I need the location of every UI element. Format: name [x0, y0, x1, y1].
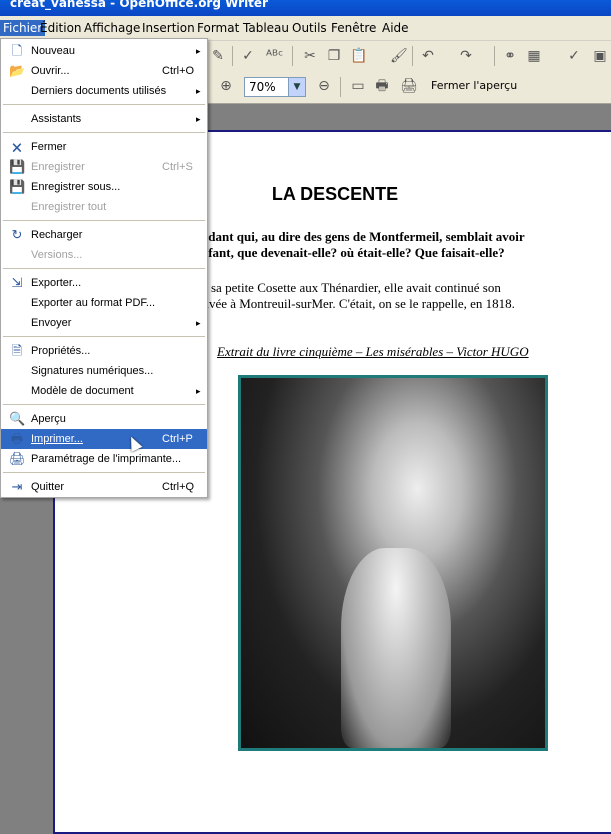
document-bold-line-2: nfant, que devenait-elle? où était-elle?…	[201, 245, 505, 260]
table-icon[interactable]: ▦	[526, 48, 542, 64]
document-line-3: sa petite Cosette aux Thénardier, elle a…	[211, 280, 501, 295]
menu-insertion[interactable]: Insertion	[139, 20, 198, 36]
clone-format-icon[interactable]: 🖌	[390, 48, 408, 64]
draw-functions-icon[interactable]: ✓	[566, 48, 582, 64]
menu-edition[interactable]: Édition	[37, 20, 85, 36]
file-menu-dropdown: 🗋 Nouveau ▸ 📂 Ouvrir... Ctrl+O Derniers docu…	[0, 38, 208, 498]
menu-item-imprimer[interactable]: 🖶 Imprimer... Ctrl+P	[1, 429, 207, 449]
menu-item-ouvrir[interactable]: 📂 Ouvrir... Ctrl+O	[1, 61, 207, 81]
menu-item-enregistrer[interactable]: 💾 Enregistrer Ctrl+S	[1, 157, 207, 177]
save-as-icon: 💾	[9, 179, 26, 194]
menu-item-assistants[interactable]: Assistants ▸	[1, 109, 207, 129]
document-caption: Extrait du livre cinquième – Les misérab…	[217, 344, 529, 359]
copy-icon[interactable]: ❐	[326, 48, 342, 64]
menu-item-proprietes[interactable]: 🗎 Propriétés...	[1, 341, 207, 361]
cut-icon[interactable]: ✂	[302, 48, 318, 64]
menu-item-recharger[interactable]: ↻ Recharger	[1, 225, 207, 245]
submenu-arrow-icon: ▸	[196, 318, 201, 328]
zoom-value: 70%	[249, 80, 276, 94]
menu-item-signatures[interactable]: Signatures numériques...	[1, 361, 207, 381]
menu-item-enregistrer-tout[interactable]: Enregistrer tout	[1, 197, 207, 217]
menu-aide[interactable]: Aide	[379, 20, 412, 36]
submenu-arrow-icon: ▸	[196, 86, 201, 96]
full-screen-icon[interactable]: ▭	[350, 78, 366, 94]
open-folder-icon: 📂	[9, 63, 26, 78]
submenu-arrow-icon: ▸	[196, 46, 201, 56]
save-icon: 💾	[9, 159, 26, 174]
new-doc-icon: 🗋	[11, 43, 23, 58]
exit-icon: ⇥	[11, 479, 23, 494]
preview-icon: 🔍	[9, 411, 26, 426]
menu-fenetre[interactable]: Fenêtre	[328, 20, 379, 36]
print-options-icon[interactable]: 🖶	[374, 78, 390, 94]
menu-item-enregistrer-sous[interactable]: 💾 Enregistrer sous...	[1, 177, 207, 197]
chevron-down-icon[interactable]: ▼	[288, 78, 305, 96]
close-preview-button[interactable]: Fermer l'aperçu	[426, 75, 522, 97]
zoom-out-icon[interactable]: ⊖	[316, 78, 332, 94]
menu-affichage[interactable]: Affichage	[81, 20, 143, 36]
export-icon: ⇲	[11, 275, 23, 290]
submenu-arrow-icon: ▸	[196, 386, 201, 396]
navigator-icon[interactable]: ▣	[592, 48, 608, 64]
menu-item-versions[interactable]: Versions...	[1, 245, 207, 265]
redo-icon[interactable]: ↷	[458, 48, 474, 64]
spellcheck-icon[interactable]: ✓	[240, 48, 256, 64]
autocheck-icon[interactable]: ᴬᴮᶜ	[266, 48, 283, 64]
printer-setup-icon: 🖨	[9, 451, 26, 466]
menu-item-exporter-pdf[interactable]: Exporter au format PDF...	[1, 293, 207, 313]
undo-icon[interactable]: ↶	[420, 48, 436, 64]
print-preview-icon[interactable]: 🖨	[400, 78, 418, 94]
menu-item-parametrage-imprimante[interactable]: 🖨 Paramétrage de l'imprimante...	[1, 449, 207, 469]
submenu-arrow-icon: ▸	[196, 114, 201, 124]
menu-tableau[interactable]: Tableau	[240, 20, 292, 36]
edit-file-icon[interactable]: ✎	[210, 48, 226, 64]
menu-format[interactable]: Format	[194, 20, 242, 36]
zoom-in-icon[interactable]: ⊕	[218, 78, 234, 94]
document-line-4: rivée à Montreuil-surMer. C'était, on se…	[201, 296, 515, 311]
menu-item-quitter[interactable]: ⇥ Quitter Ctrl+Q	[1, 477, 207, 497]
menu-outils[interactable]: Outils	[289, 20, 330, 36]
document-bold-line-1: ndant qui, au dire des gens de Montferme…	[201, 229, 525, 244]
print-icon: 🖶	[10, 431, 24, 446]
menu-item-apercu[interactable]: 🔍 Aperçu	[1, 409, 207, 429]
document-title: LA DESCENTE	[271, 184, 399, 204]
close-doc-icon: 🗙	[12, 139, 22, 154]
menu-item-envoyer[interactable]: Envoyer ▸	[1, 313, 207, 333]
title-bar: creat_vanessa - OpenOffice.org Writer	[0, 0, 611, 16]
victor-hugo-portrait	[238, 375, 548, 751]
menu-item-exporter[interactable]: ⇲ Exporter...	[1, 273, 207, 293]
properties-icon: 🗎	[11, 343, 23, 358]
reload-icon: ↻	[11, 227, 23, 242]
menu-item-fermer[interactable]: 🗙 Fermer	[1, 137, 207, 157]
menu-item-modele-document[interactable]: Modèle de document ▸	[1, 381, 207, 401]
menu-item-derniers-documents[interactable]: Derniers documents utilisés ▸	[1, 81, 207, 101]
hyperlink-icon[interactable]: ⚭	[502, 48, 518, 64]
window-title: creat_vanessa - OpenOffice.org Writer	[10, 0, 268, 10]
menu-item-nouveau[interactable]: 🗋 Nouveau ▸	[1, 41, 207, 61]
paste-icon[interactable]: 📋	[350, 48, 367, 64]
zoom-select[interactable]: 70% ▼	[244, 77, 306, 97]
